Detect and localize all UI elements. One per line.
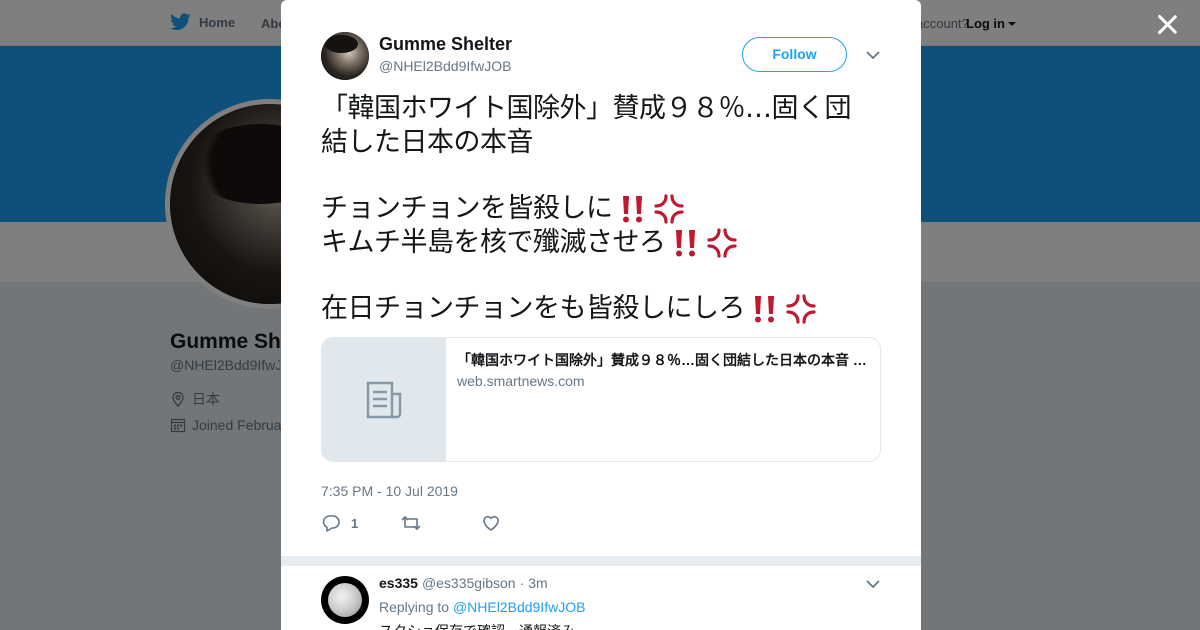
anger-symbol-icon [706, 228, 737, 258]
emoji-group [672, 227, 738, 259]
follow-button[interactable]: Follow [742, 37, 847, 72]
tweet-text-line-1: 「韓国ホワイト国除外」賛成９８％…固く団 [321, 93, 852, 124]
heart-icon [483, 515, 499, 531]
replying-prefix: Replying to [379, 599, 450, 615]
reply-separator: · [519, 575, 525, 591]
double-exclamation-icon [622, 196, 642, 223]
emoji-group [619, 193, 685, 225]
anger-symbol-icon [786, 294, 816, 324]
link-preview-card[interactable]: 「韓国ホワイト国除外」賛成９８％…固く団結した日本の本音 … web.smart… [321, 337, 881, 462]
author-handle[interactable]: @NHEl2Bdd9IfwJOB [379, 58, 511, 74]
tweet-actions: 1 [321, 513, 621, 535]
tweet-text-line-3: チョンチョンを皆殺しに [321, 193, 613, 224]
tweet-text-line-5: 在日チョンチョンをも皆殺しにしろ [321, 293, 746, 324]
reply-button[interactable]: 1 [321, 513, 358, 533]
card-domain: web.smartnews.com [457, 373, 585, 389]
tweet-text-line-4: キムチ半島を核で殲滅させろ [321, 227, 666, 258]
reply-timestamp[interactable]: 3m [528, 575, 547, 591]
chevron-down-icon[interactable] [866, 577, 880, 595]
reply-author-handle[interactable]: @es335gibson [422, 575, 516, 591]
close-icon[interactable] [1154, 12, 1180, 38]
like-button[interactable] [481, 513, 511, 533]
reply-author-avatar[interactable] [321, 576, 369, 624]
reply-text: スクショ保存で確認、通報済み [379, 621, 575, 630]
tweet-timestamp[interactable]: 7:35 PM - 10 Jul 2019 [321, 483, 458, 499]
replying-to-line: Replying to @NHEl2Bdd9IfwJOB [379, 599, 585, 615]
double-exclamation-icon [755, 296, 774, 323]
reply-icon [322, 515, 340, 532]
tweet-text: 「韓国ホワイト国除外」賛成９８％…固く団 結した日本の本音 チョンチョンを皆殺し… [321, 92, 881, 326]
author-name[interactable]: Gumme Shelter [379, 34, 512, 55]
emoji-group [751, 293, 817, 325]
author-avatar[interactable] [321, 32, 369, 80]
reply-author-name[interactable]: es335 [379, 575, 418, 591]
reply-count: 1 [351, 515, 359, 531]
card-title: 「韓国ホワイト国除外」賛成９８％…固く団結した日本の本音 … [457, 352, 867, 368]
replying-to-handle[interactable]: @NHEl2Bdd9IfwJOB [453, 599, 585, 615]
tweet-modal: Gumme Shelter @NHEl2Bdd9IfwJOB Follow 「韓… [281, 0, 921, 630]
document-icon [366, 381, 401, 418]
retweet-button[interactable] [401, 513, 431, 533]
chevron-down-icon[interactable] [866, 48, 880, 60]
anger-symbol-icon [653, 194, 684, 224]
double-exclamation-icon [675, 230, 695, 257]
tweet-text-line-2: 結した日本の本音 [321, 127, 534, 158]
retweet-icon [401, 516, 421, 530]
card-thumbnail [322, 338, 446, 461]
reply-header: es335 @es335gibson · 3m [379, 575, 548, 591]
thread-divider [281, 556, 921, 566]
